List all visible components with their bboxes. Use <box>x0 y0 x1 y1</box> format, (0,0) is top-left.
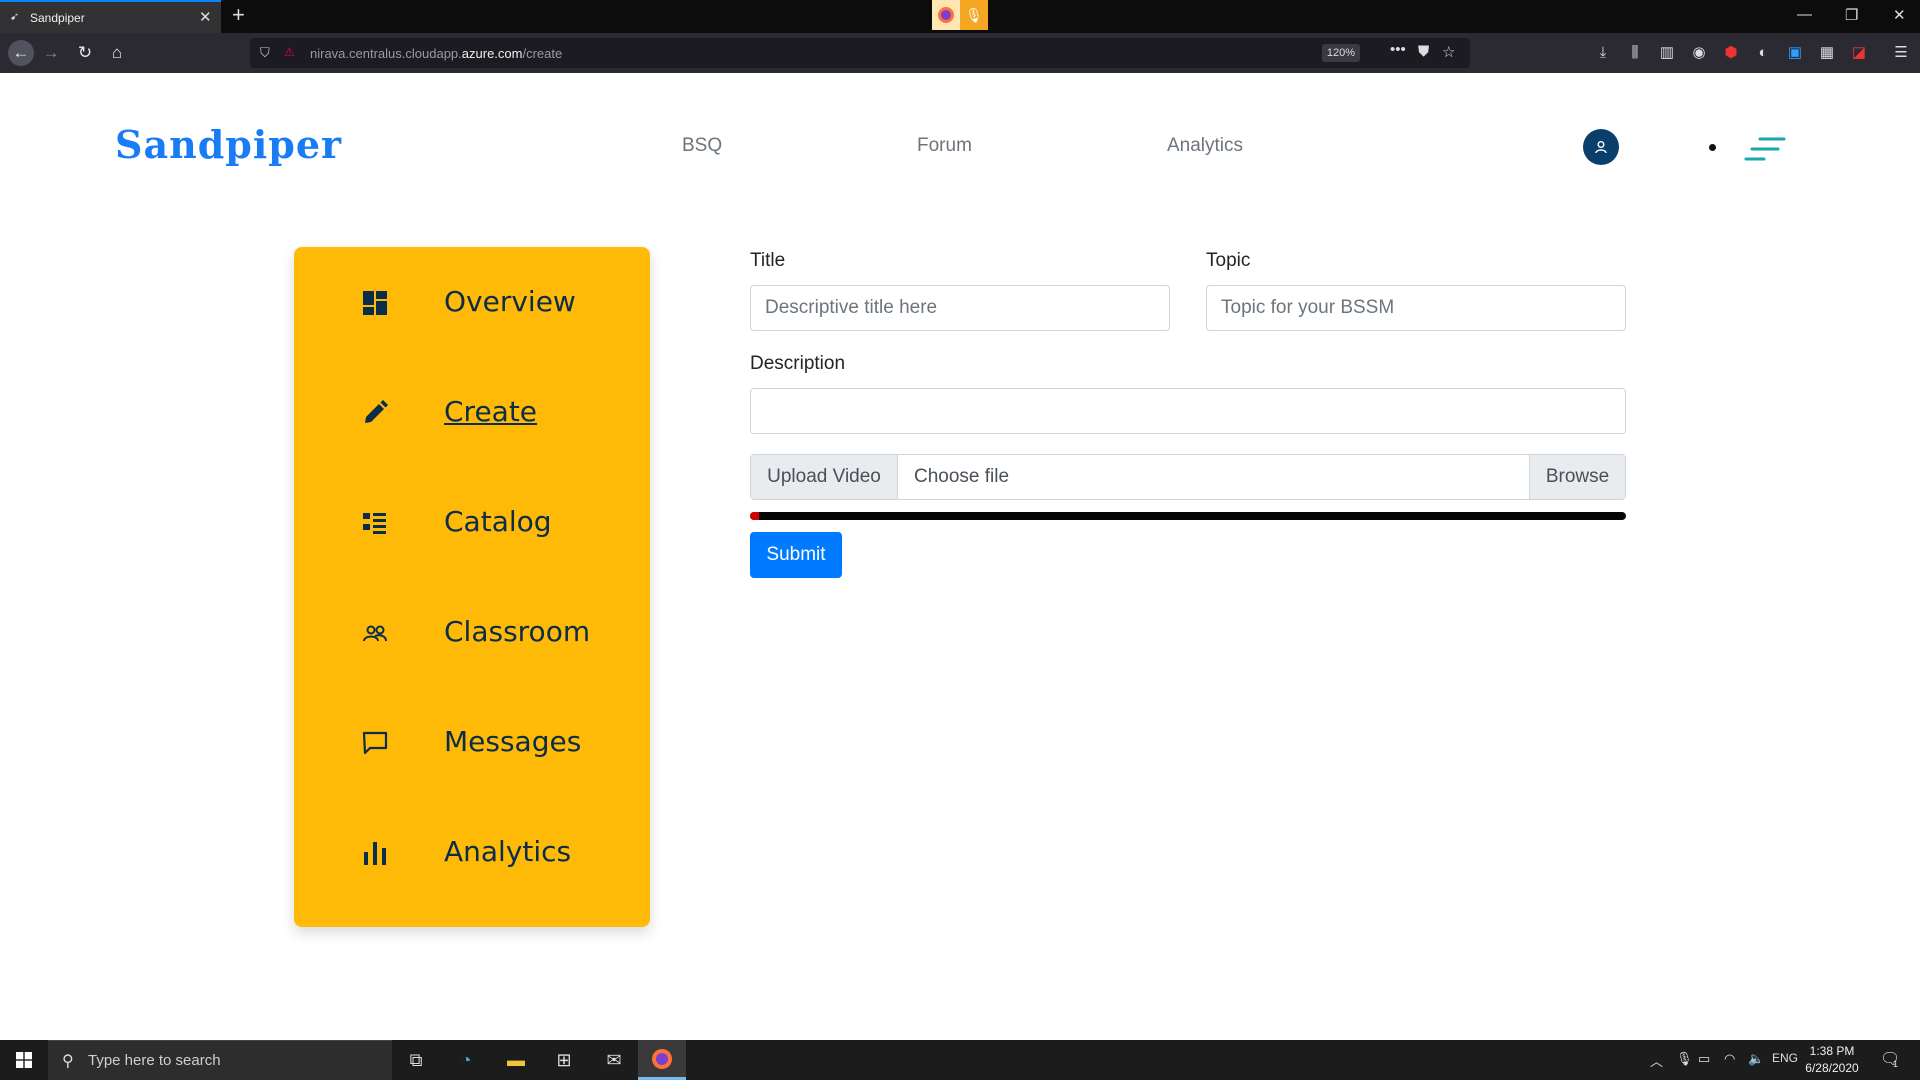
zoom-level-badge[interactable]: 120% <box>1322 44 1360 62</box>
reload-icon[interactable]: ↻ <box>74 42 96 64</box>
search-icon: ⚲ <box>62 1053 74 1070</box>
microphone-icon: 🎙 <box>960 0 988 30</box>
url-text[interactable]: nirava.centralus.cloudapp.azure.com/crea… <box>310 46 562 61</box>
pdf-extension-icon[interactable]: ◪ <box>1848 42 1870 64</box>
bar-chart-icon <box>364 842 386 865</box>
language-indicator[interactable]: ENG <box>1772 1051 1798 1065</box>
back-arrow-icon[interactable]: ← <box>8 40 34 66</box>
sidebar-item-label: Overview <box>444 285 576 318</box>
clock-date: 6/28/2020 <box>1805 1061 1859 1075</box>
nav-link-forum[interactable]: Forum <box>917 135 972 157</box>
sidebar: Overview Create Catalog Classroom Messag… <box>294 247 650 927</box>
extension-circle-icon[interactable]: ◐ <box>1752 42 1774 64</box>
taskbar-search-box[interactable]: ⚲ Type here to search <box>48 1040 392 1080</box>
extensions-grid-icon[interactable]: ▦ <box>1816 42 1838 64</box>
library-icon[interactable]: ⫼ <box>1624 42 1646 64</box>
description-input[interactable] <box>750 388 1626 434</box>
nav-link-bsq[interactable]: BSQ <box>682 135 722 157</box>
restore-window-icon[interactable]: ❐ <box>1845 6 1858 24</box>
sidebar-item-label: Catalog <box>444 505 552 538</box>
sidebar-item-overview[interactable]: Overview <box>294 267 650 337</box>
topic-label: Topic <box>1206 250 1251 271</box>
ublock-icon[interactable]: ⬢ <box>1720 42 1742 64</box>
forward-arrow-icon[interactable]: → <box>40 42 62 64</box>
sidebar-item-create[interactable]: Create <box>294 377 650 447</box>
microphone-tray-icon[interactable]: 🎙 <box>1676 1051 1693 1067</box>
edge-browser-icon[interactable]: ◔ <box>442 1040 490 1080</box>
url-bar[interactable]: ⛉ ⚠ nirava.centralus.cloudapp.azure.com/… <box>250 38 1470 68</box>
sidebar-item-analytics[interactable]: Analytics <box>294 817 650 887</box>
microsoft-store-icon[interactable]: ⊞ <box>540 1040 588 1080</box>
sidebar-item-messages[interactable]: Messages <box>294 707 650 777</box>
chat-icon <box>362 731 388 755</box>
downloads-icon[interactable]: ⤓ <box>1592 42 1614 64</box>
windows-taskbar: ⚲ Type here to search ⧉ ◔ ▬ ⊞ ✉ ︿ 🎙 ▭ ◠ … <box>0 1040 1920 1080</box>
tab-close-icon[interactable]: ✕ <box>199 8 212 26</box>
sidebar-item-classroom[interactable]: Classroom <box>294 597 650 667</box>
sidebar-item-catalog[interactable]: Catalog <box>294 487 650 557</box>
sidebar-item-label: Create <box>444 395 538 428</box>
firefox-icon <box>932 0 960 30</box>
choose-file-text[interactable]: Choose file <box>914 455 1009 499</box>
firefox-taskbar-icon[interactable] <box>638 1040 686 1080</box>
browse-button[interactable]: Browse <box>1529 455 1625 499</box>
account-icon[interactable]: ◉ <box>1688 42 1710 64</box>
browser-tab-bar: ➹ Sandpiper ✕ + 🎙 — ❐ ✕ <box>0 0 1920 33</box>
extension-badge-icon[interactable]: ▣ <box>1784 42 1806 64</box>
people-icon <box>363 625 387 642</box>
nav-link-analytics[interactable]: Analytics <box>1167 135 1243 157</box>
video-upload-field[interactable]: Upload Video Choose file Browse <box>750 454 1626 500</box>
sandpiper-favicon-icon: ➹ <box>10 11 20 23</box>
mail-icon[interactable]: ✉ <box>590 1040 638 1080</box>
user-icon <box>1595 141 1607 154</box>
page-actions-icon[interactable]: ••• <box>1390 41 1406 58</box>
insecure-lock-icon[interactable]: ⚠ <box>284 45 295 59</box>
status-dot <box>1709 144 1716 151</box>
show-hidden-icons-icon[interactable]: ︿ <box>1650 1051 1663 1070</box>
pencil-icon <box>365 400 388 423</box>
upload-progress-bar <box>750 512 1626 520</box>
hamburger-menu-icon[interactable]: ☰ <box>1890 42 1912 64</box>
sidebar-item-label: Classroom <box>444 615 591 648</box>
windows-start-button[interactable] <box>0 1040 48 1080</box>
wifi-icon[interactable]: ◠ <box>1724 1051 1735 1067</box>
browser-toolbar: ← → ↻ ⌂ ⛉ ⚠ nirava.centralus.cloudapp.az… <box>0 33 1920 73</box>
minimize-window-icon[interactable]: — <box>1797 6 1812 23</box>
brand-logo[interactable]: Sandpiper <box>115 122 342 167</box>
pocket-icon[interactable]: ⛊ <box>1418 43 1429 60</box>
catalog-list-icon <box>363 513 386 534</box>
task-view-icon[interactable]: ⧉ <box>392 1040 440 1080</box>
description-label: Description <box>750 353 846 374</box>
upload-progress-fill <box>750 512 759 520</box>
taskbar-search-placeholder: Type here to search <box>88 1052 221 1069</box>
browser-tab[interactable]: ➹ Sandpiper ✕ <box>0 0 221 33</box>
tracking-shield-icon[interactable]: ⛉ <box>260 45 270 61</box>
system-clock[interactable]: 1:38 PM 6/28/2020 <box>1800 1043 1864 1077</box>
volume-icon[interactable]: 🔈 <box>1748 1051 1764 1067</box>
file-explorer-icon[interactable]: ▬ <box>492 1040 540 1080</box>
tab-title: Sandpiper <box>30 11 85 25</box>
windows-logo-icon <box>16 1052 32 1068</box>
user-avatar[interactable] <box>1583 129 1619 165</box>
new-tab-button[interactable]: + <box>232 3 245 27</box>
sidebar-toggle-icon[interactable]: ▥ <box>1656 42 1678 64</box>
sidebar-item-label: Messages <box>444 725 582 758</box>
topic-input[interactable] <box>1206 285 1626 331</box>
upload-video-label: Upload Video <box>751 455 898 499</box>
title-input[interactable] <box>750 285 1170 331</box>
sharing-indicator[interactable]: 🎙 <box>932 0 988 30</box>
submit-button[interactable]: Submit <box>750 532 842 578</box>
sidebar-item-label: Analytics <box>444 835 572 868</box>
battery-icon[interactable]: ▭ <box>1698 1051 1710 1067</box>
clock-time: 1:38 PM <box>1809 1044 1855 1058</box>
dashboard-icon <box>363 291 387 315</box>
notification-count: 1 <box>1893 1059 1899 1069</box>
close-window-icon[interactable]: ✕ <box>1893 6 1906 24</box>
home-icon[interactable]: ⌂ <box>106 42 128 64</box>
bookmark-star-icon[interactable]: ☆ <box>1442 43 1455 61</box>
title-label: Title <box>750 250 786 271</box>
menu-lines-icon[interactable] <box>1744 136 1786 162</box>
